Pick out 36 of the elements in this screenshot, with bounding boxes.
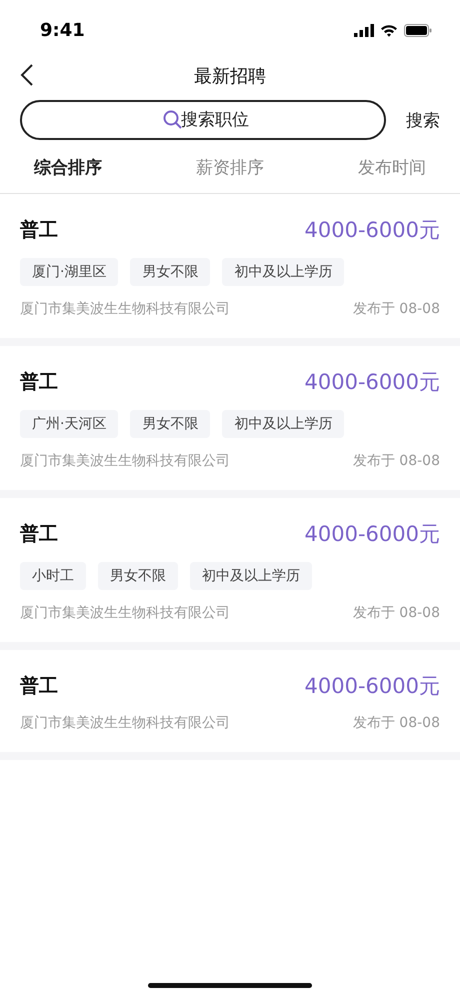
company-name: 厦门市集美波生生物科技有限公司	[20, 604, 230, 622]
post-date: 发布于 08-08	[352, 604, 440, 622]
status-time: 9:41	[40, 20, 85, 40]
salary: 4000-6000元	[304, 521, 440, 548]
job-title: 普工	[20, 674, 58, 699]
job-title: 普工	[20, 522, 58, 547]
job-tag: 男女不限	[98, 562, 178, 590]
post-date: 发布于 08-08	[352, 714, 440, 732]
job-tag: 初中及以上学历	[222, 258, 344, 286]
search-button[interactable]: 搜索	[406, 108, 440, 132]
job-card[interactable]: 普工 4000-6000元 厦门市集美波生生物科技有限公司 发布于 08-08	[0, 650, 460, 752]
job-tag: 广州·天河区	[20, 410, 118, 438]
job-tag: 男女不限	[130, 410, 210, 438]
page-title: 最新招聘	[194, 65, 266, 88]
sort-tab[interactable]: 综合排序	[34, 156, 102, 179]
sort-tab[interactable]: 发布时间	[358, 156, 426, 179]
job-card[interactable]: 普工 4000-6000元 广州·天河区 男女不限 初中及以上学历 厦门市集美波生生物科技有限公司 发布于 08-08	[0, 346, 460, 490]
company-name: 厦门市集美波生生物科技有限公司	[20, 300, 230, 318]
search-field[interactable]: 搜索职位	[20, 100, 386, 140]
job-tag: 小时工	[20, 562, 86, 590]
job-tag: 初中及以上学历	[190, 562, 312, 590]
post-date: 发布于 08-08	[352, 452, 440, 470]
salary: 4000-6000元	[304, 369, 440, 396]
salary: 4000-6000元	[304, 217, 440, 244]
job-title: 普工	[20, 370, 58, 395]
company-name: 厦门市集美波生生物科技有限公司	[20, 452, 230, 470]
salary: 4000-6000元	[304, 673, 440, 700]
job-card[interactable]: 普工 4000-6000元 厦门·湖里区 男女不限 初中及以上学历 厦门市集美波生生物科技有限公司 发布于 08-08	[0, 194, 460, 338]
company-name: 厦门市集美波生生物科技有限公司	[20, 714, 230, 732]
job-tag: 男女不限	[130, 258, 210, 286]
post-date: 发布于 08-08	[352, 300, 440, 318]
sort-tab[interactable]: 薪资排序	[196, 156, 264, 179]
job-card[interactable]: 普工 4000-6000元 小时工 男女不限 初中及以上学历 厦门市集美波生生物科技有限公司 发布于 08-08	[0, 498, 460, 642]
job-tag: 初中及以上学历	[222, 410, 344, 438]
job-tag: 厦门·湖里区	[20, 258, 118, 286]
job-title: 普工	[20, 218, 58, 243]
